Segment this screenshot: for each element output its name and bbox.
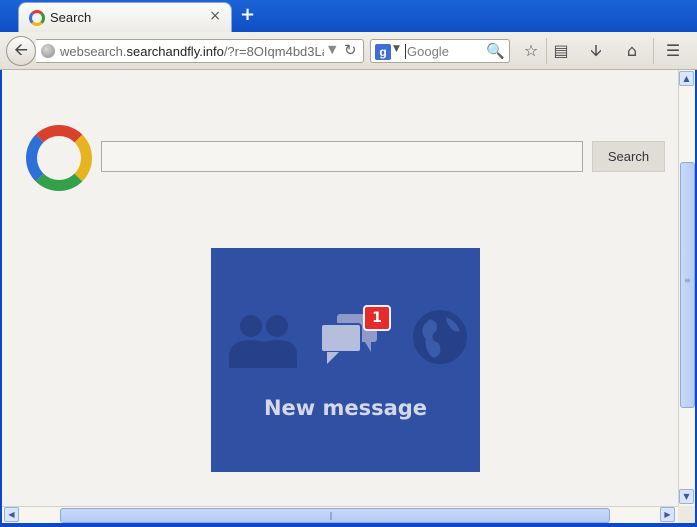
tab-title: Search — [50, 10, 92, 25]
toolbar-divider — [653, 38, 654, 64]
menu-icon[interactable]: ☰ — [661, 39, 685, 63]
globe-icon — [41, 44, 55, 58]
ad-caption: New message — [263, 396, 428, 420]
friends-icon — [229, 315, 297, 368]
google-icon[interactable]: g — [375, 44, 391, 60]
scroll-down-icon[interactable]: ▼ — [679, 489, 694, 504]
dropdown-icon[interactable]: ▼ — [328, 43, 336, 56]
facebook-message-ad[interactable]: 1 New message — [211, 248, 480, 472]
tab-search[interactable]: Search × — [18, 2, 232, 32]
bookmark-star-icon[interactable]: ☆ — [519, 39, 543, 63]
url-text[interactable]: websearch.searchandfly.info/?r=8OIqm4bd3… — [60, 44, 324, 59]
reload-icon[interactable]: ↻ — [344, 41, 357, 59]
home-icon[interactable]: ⌂ — [620, 39, 644, 63]
scroll-right-icon[interactable]: ▶ — [660, 507, 675, 522]
vertical-scrollbar[interactable]: ▲ ≡ ▼ — [678, 70, 695, 506]
search-bar[interactable]: g ▼ Google 🔍 — [370, 39, 510, 63]
scroll-left-icon[interactable]: ◀ — [4, 507, 19, 522]
search-bar-placeholder: Google — [405, 44, 449, 59]
browser-window: Search × + 🡨 websearch.searchandfly.info… — [0, 0, 697, 527]
search-button[interactable]: Search — [592, 141, 665, 172]
search-input[interactable] — [101, 141, 583, 172]
grip-icon: ‖ — [329, 511, 333, 520]
toolbar-divider — [546, 38, 547, 64]
navigation-toolbar: 🡨 websearch.searchandfly.info/?r=8OIqm4b… — [0, 32, 697, 70]
globe-icon-large — [413, 310, 467, 364]
search-logo — [26, 125, 92, 191]
scroll-up-icon[interactable]: ▲ — [679, 71, 694, 86]
magnifier-icon[interactable]: 🔍 — [486, 42, 505, 60]
page-content: Search 1 New message — [2, 70, 678, 506]
new-tab-button[interactable]: + — [240, 4, 255, 25]
url-bar[interactable]: websearch.searchandfly.info/?r=8OIqm4bd3… — [36, 39, 364, 63]
scrollbar-corner — [678, 506, 695, 523]
notification-badge: 1 — [363, 305, 391, 331]
vertical-scroll-thumb[interactable]: ≡ — [680, 162, 695, 408]
tab-strip: Search × + — [0, 0, 697, 32]
horizontal-scrollbar[interactable]: ◀ ‖ ▶ — [2, 506, 678, 523]
site-logo-icon — [29, 10, 45, 26]
tab-close-icon[interactable]: × — [209, 8, 221, 24]
engine-dropdown-icon[interactable]: ▼ — [393, 44, 400, 54]
horizontal-scroll-thumb[interactable]: ‖ — [60, 508, 610, 523]
download-icon[interactable]: 🡫 — [584, 39, 608, 63]
back-arrow-icon: 🡨 — [14, 40, 28, 60]
reading-list-icon[interactable]: ▤ — [549, 39, 573, 63]
grip-icon: ≡ — [684, 276, 691, 285]
back-button[interactable]: 🡨 — [6, 36, 36, 66]
